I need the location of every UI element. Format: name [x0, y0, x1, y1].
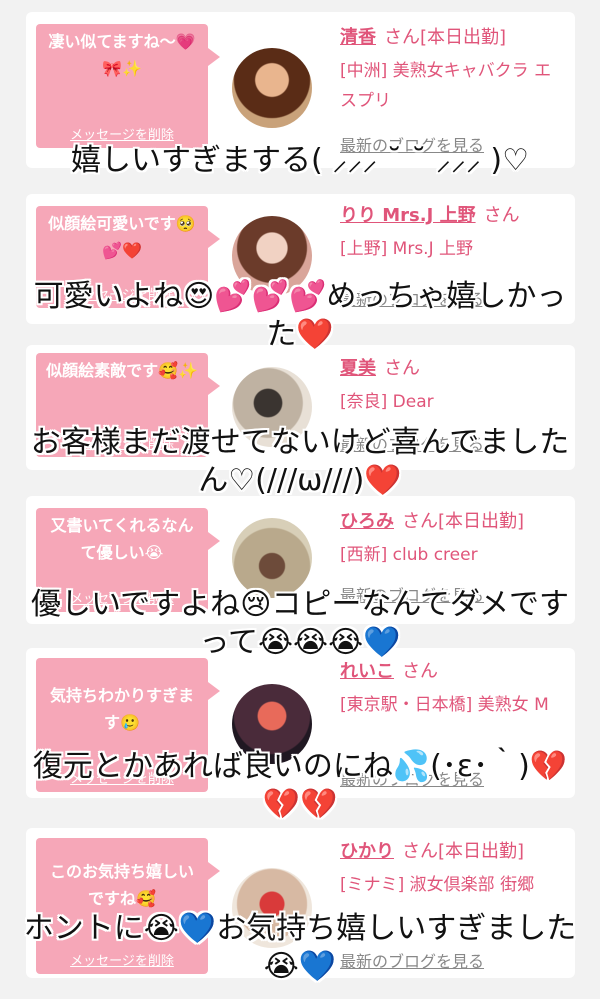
- caption: 優しいですよね😢コピーなんてダメです: [31, 587, 569, 622]
- caption: 復元とかあれば良いのにね💦(･ε･｀)💔: [32, 749, 568, 784]
- message-text: 凄い似てますね〜💗🎀✨: [48, 32, 196, 78]
- girl-name-link[interactable]: 清香: [340, 27, 376, 48]
- girl-name-link[interactable]: 夏美: [340, 358, 376, 379]
- shop-name: [西新] club creer: [340, 545, 478, 565]
- shop-name: [中洲] 美熟女キャバクラ エスプリ: [340, 61, 552, 111]
- caption: 💔💔: [262, 787, 338, 822]
- caption: って😭😭😭💙: [199, 625, 401, 660]
- caption: ホントに😭💙お気持ち嬉しいすぎました: [23, 911, 577, 946]
- girl-name-link[interactable]: れいこ: [340, 661, 394, 682]
- message-text: 似顔絵可愛いです🥺💕❤️: [48, 214, 196, 260]
- caption: 嬉しいすぎまする( ⸝⸝⸝ ˘ ˘ ⸝⸝⸝ )♡: [71, 143, 529, 178]
- message-text: 似顔絵素敵です🥰✨: [46, 361, 198, 380]
- name-suffix: さん[本日出勤]: [402, 511, 525, 532]
- caption: 😭💙: [263, 949, 337, 984]
- name-suffix: さん[本日出勤]: [384, 27, 507, 48]
- caption: た❤️: [266, 317, 334, 352]
- shop-name: [奈良] Dear: [340, 392, 434, 412]
- caption: ん♡(///ω///)❤️: [198, 463, 402, 498]
- message-text: このお気持ち嬉しいですね🥰: [49, 862, 194, 908]
- avatar[interactable]: [232, 48, 312, 128]
- message-bubble: 凄い似てますね〜💗🎀✨ メッセージを削除: [36, 24, 220, 148]
- shop-name: [ミナミ] 淑女倶楽部 街郷: [340, 875, 535, 895]
- message-text: 気持ちわかりすぎます🥲: [49, 686, 194, 732]
- name-suffix: さん: [384, 358, 420, 379]
- name-suffix: さん: [402, 661, 438, 682]
- caption: お客様まだ渡せてないけど喜んでました: [30, 425, 570, 460]
- name-suffix: さん[本日出勤]: [402, 841, 525, 862]
- shop-name: [上野] Mrs.J 上野: [340, 239, 474, 259]
- girl-name-link[interactable]: ひかり: [340, 841, 394, 862]
- shop-name: [東京駅・日本橋] 美熟女 M: [340, 695, 549, 715]
- girl-name-link[interactable]: りり Mrs.J 上野: [340, 205, 476, 226]
- delete-message-link[interactable]: メッセージを削除: [36, 128, 208, 144]
- name-suffix: さん: [483, 205, 520, 226]
- message-text: 又書いてくれるなんて優しい😭: [50, 516, 194, 562]
- girl-name-link[interactable]: ひろみ: [340, 511, 394, 532]
- caption: 可愛いよね😍💕💕💕めっちゃ嬉しかっ: [33, 279, 567, 314]
- avatar[interactable]: [232, 518, 312, 598]
